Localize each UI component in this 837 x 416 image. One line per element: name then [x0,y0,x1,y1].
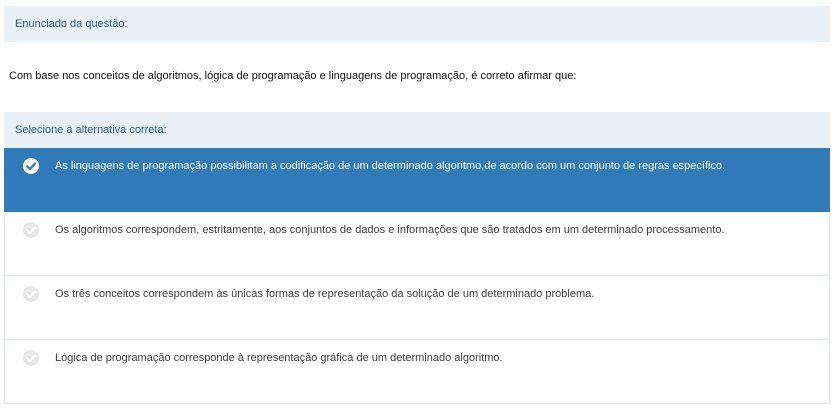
answer-options-list: As linguagens de programação possibilita… [4,148,830,404]
answer-option-label: Os algoritmos correspondem, estritamente… [55,224,725,236]
answer-option-label: Os três conceitos correspondem às únicas… [55,288,595,300]
question-panel: Enunciado da questão: Com base nos conce… [0,0,837,416]
answer-option-3[interactable]: Os três conceitos correspondem às únicas… [4,276,830,340]
answer-option-2[interactable]: Os algoritmos correspondem, estritamente… [4,212,830,276]
check-circle-icon [23,350,39,366]
answer-option-label: As linguagens de programação possibilita… [55,160,726,172]
check-circle-icon [23,158,39,174]
question-statement: Com base nos conceitos de algoritmos, ló… [9,70,577,82]
answer-option-1[interactable]: As linguagens de programação possibilita… [4,148,830,212]
check-circle-icon [23,222,39,238]
check-circle-icon [23,286,39,302]
answer-option-4[interactable]: Lógica de programação corresponde à repr… [4,340,830,404]
answer-header: Selecione a alternativa correta: [4,112,830,148]
question-header: Enunciado da questão: [4,6,830,42]
answer-option-label: Lógica de programação corresponde à repr… [55,352,503,364]
